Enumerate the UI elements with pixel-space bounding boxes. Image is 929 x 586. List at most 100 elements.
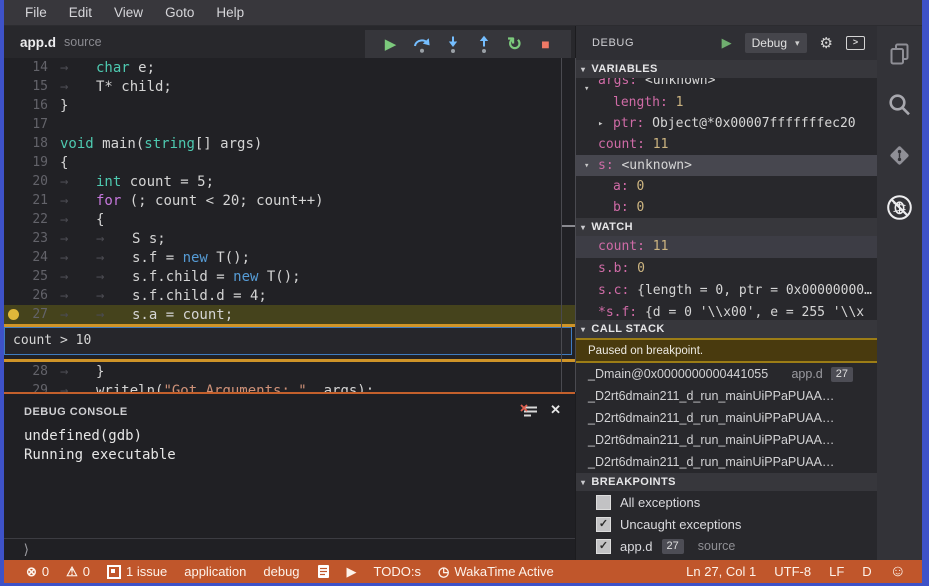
callstack-frame-2[interactable]: _D2rt6dmain211_d_run_mainUiPPaPUAA… <box>576 407 877 429</box>
code-token: int <box>96 173 122 190</box>
code-line-21[interactable]: 21 → for (; count < 20; count++) <box>4 191 575 210</box>
status-item-ln-27-col-1[interactable]: Ln 27, Col 1 <box>686 564 756 579</box>
watch-row-count[interactable]: count: 11 <box>576 236 877 258</box>
activity-files-button[interactable] <box>888 42 911 66</box>
status-item-text: WakaTime Active <box>454 564 554 579</box>
clear-console-icon[interactable] <box>520 404 539 419</box>
status-item-utf-8[interactable]: UTF-8 <box>774 564 811 579</box>
code-line-19[interactable]: 19 { <box>4 153 575 172</box>
expander-icon[interactable]: ▾ <box>584 155 589 176</box>
status-item-0[interactable]: ⊗ 0 <box>26 564 49 579</box>
breakpoint-condition-input[interactable]: count > 10 <box>4 327 572 355</box>
code-line-29[interactable]: 29 → writeln("Got Arguments: ", args); <box>4 381 575 393</box>
callstack-frame-0[interactable]: _Dmain@0x0000000000441055 app.d 27 <box>576 363 877 385</box>
section-header-call-stack[interactable]: ▾ CALL STACK <box>576 320 877 338</box>
continue-button[interactable]: ▶ <box>379 32 403 56</box>
status-item-text: D <box>862 564 872 579</box>
close-panel-icon[interactable]: ✕ <box>550 402 561 418</box>
section-header-variables[interactable]: ▾ VARIABLES <box>576 60 877 78</box>
variable-value: {length = 0, ptr = 0x00000000… <box>637 283 872 298</box>
variable-name: length: <box>613 95 676 110</box>
code-line-16[interactable]: 16} <box>4 96 575 115</box>
code-line-27[interactable]: 27 → → s.a = count; <box>4 305 575 324</box>
code-token: [] args) <box>194 135 263 152</box>
breakpoint-row-uncaught-exceptions[interactable]: ✓ Uncaught exceptions <box>576 513 877 535</box>
menu-item-view[interactable]: View <box>103 5 154 20</box>
callstack-frame-4[interactable]: _D2rt6dmain211_d_run_mainUiPPaPUAA… <box>576 451 877 473</box>
variable-row-length[interactable]: length: 1 <box>576 92 877 113</box>
gutter-breakpoint-margin[interactable] <box>4 309 22 320</box>
frame-function: _D2rt6dmain211_d_run_mainUiPPaPUAA… <box>588 433 835 447</box>
watch-row-s-f[interactable]: *s.f: {d = 0 '\\x00', e = 255 '\\x <box>576 302 877 320</box>
variable-row-count[interactable]: count: 11 <box>576 134 877 155</box>
menu-item-edit[interactable]: Edit <box>58 5 103 20</box>
variable-row-args[interactable]: ▾ args: <unknown> <box>576 78 877 92</box>
code-line-17[interactable]: 17 <box>4 115 575 134</box>
step-into-button[interactable] <box>441 32 465 56</box>
section-header-watch[interactable]: ▾ WATCH <box>576 218 877 236</box>
status-item-todo-s[interactable]: TODO:s <box>374 564 421 579</box>
step-out-button[interactable] <box>472 32 496 56</box>
search-icon <box>887 92 912 117</box>
expander-icon[interactable]: ▾ <box>584 78 589 93</box>
callstack-frame-1[interactable]: _D2rt6dmain211_d_run_mainUiPPaPUAA… <box>576 385 877 407</box>
menu-item-help[interactable]: Help <box>205 5 255 20</box>
code-line-24[interactable]: 24 → → s.f = new T(); <box>4 248 575 267</box>
code-line-14[interactable]: 14 → char e; <box>4 58 575 77</box>
status-item-d[interactable]: D <box>862 564 871 579</box>
code-line-15[interactable]: 15 → T* child; <box>4 77 575 96</box>
variable-row-s[interactable]: ▾ s: <unknown> <box>576 155 877 176</box>
code-line-26[interactable]: 26 → → s.f.child.d = 4; <box>4 286 575 305</box>
breakpoint-dot[interactable] <box>7 309 19 320</box>
activity-search-button[interactable] <box>887 92 912 117</box>
restart-button[interactable]: ↻ <box>503 32 527 56</box>
gear-icon[interactable]: ⚙ <box>820 34 833 52</box>
status-item-smiley[interactable]: ☺ <box>890 563 906 580</box>
debug-config-dropdown[interactable]: Debug ▾ <box>744 33 807 53</box>
section-title: VARIABLES <box>591 63 658 75</box>
status-item-file[interactable] <box>317 564 330 579</box>
code-line-22[interactable]: 22 → { <box>4 210 575 229</box>
section-header-breakpoints[interactable]: ▾ BREAKPOINTS <box>576 473 877 491</box>
code-line-23[interactable]: 23 → → S s; <box>4 229 575 248</box>
code-editor[interactable]: 14 → char e; 15 → T* child; 16} 17 18 void main(s… <box>4 58 575 392</box>
breakpoint-row-all-exceptions[interactable]: All exceptions <box>576 491 877 513</box>
code-line-18[interactable]: 18 void main(string[] args) <box>4 134 575 153</box>
checkbox[interactable] <box>596 494 611 510</box>
watch-row-s-c[interactable]: s.c: {length = 0, ptr = 0x00000000… <box>576 280 877 302</box>
step-out-icon <box>477 35 491 54</box>
open-console-icon[interactable]: > <box>846 36 865 50</box>
breakpoint-row-app-d[interactable]: ✓ app.d 27 source <box>576 535 877 557</box>
debug-sidebar: DEBUG ▶ Debug ▾ ⚙ > ▾ VARIABLES ▾ args: <… <box>575 26 877 560</box>
status-item-wakatime-active[interactable]: ◷ WakaTime Active <box>438 564 554 579</box>
code-line-25[interactable]: 25 → → s.f.child = new T(); <box>4 267 575 286</box>
checkbox[interactable]: ✓ <box>596 538 611 554</box>
stop-button[interactable]: ■ <box>534 32 558 56</box>
variable-name: s.b: <box>598 261 638 276</box>
status-item-debug[interactable]: debug <box>263 564 299 579</box>
status-item-0[interactable]: ⚠ 0 <box>66 564 90 579</box>
watch-row-s-b[interactable]: s.b: 0 <box>576 258 877 280</box>
code-line-28[interactable]: 28 →} <box>4 362 575 381</box>
expander-icon[interactable]: ▸ <box>598 113 603 134</box>
variable-row-a[interactable]: a: 0 <box>576 176 877 197</box>
code-line-20[interactable]: 20 → int count = 5; <box>4 172 575 191</box>
console-repl[interactable]: ⟩ <box>4 538 575 561</box>
callstack-frame-3[interactable]: _D2rt6dmain211_d_run_mainUiPPaPUAA… <box>576 429 877 451</box>
activity-git-button[interactable] <box>887 143 912 168</box>
activity-debug-button[interactable] <box>886 194 913 221</box>
code-token: for <box>96 192 122 209</box>
variable-row-ptr[interactable]: ▸ ptr: Object@*0x00007fffffffec20 <box>576 113 877 134</box>
start-debug-icon[interactable]: ▶ <box>722 35 732 51</box>
status-item-play[interactable]: ▶ <box>347 565 357 578</box>
step-over-button[interactable] <box>410 32 434 56</box>
menu-item-goto[interactable]: Goto <box>154 5 205 20</box>
status-item-application[interactable]: application <box>184 564 246 579</box>
status-item-lf[interactable]: LF <box>829 564 844 579</box>
tab-indent-icon: → <box>60 249 69 266</box>
menu-item-file[interactable]: File <box>14 5 58 20</box>
checkbox[interactable]: ✓ <box>596 516 611 532</box>
status-item-1-issue[interactable]: 1 issue <box>107 564 167 579</box>
variable-row-b[interactable]: b: 0 <box>576 197 877 218</box>
watch-list: count: 11 s.b: 0 s.c: {length = 0, ptr = 0… <box>576 236 877 320</box>
